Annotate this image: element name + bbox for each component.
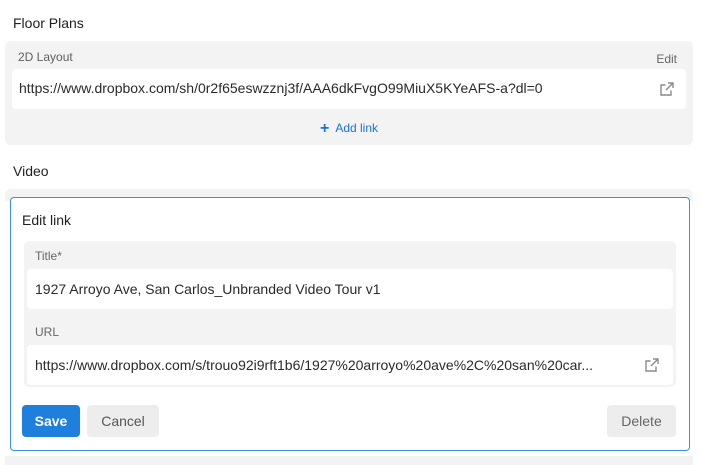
url-field[interactable]: https://www.dropbox.com/s/trouo92i9rft1b… [27, 345, 673, 385]
external-link-icon[interactable] [644, 357, 660, 373]
save-button[interactable]: Save [22, 405, 80, 437]
add-link-label: Add link [335, 121, 379, 135]
floor-plan-url-row[interactable]: https://www.dropbox.com/sh/0r2f65eswzznj… [12, 69, 686, 109]
title-label: Title* [35, 249, 62, 263]
edit-link-panel: Edit link Title* 1927 Arroyo Ave, San Ca… [10, 197, 690, 451]
url-label: URL [35, 325, 60, 339]
url-value[interactable]: https://www.dropbox.com/s/trouo92i9rft1b… [35, 357, 633, 373]
title-value[interactable]: 1927 Arroyo Ave, San Carlos_Unbranded Vi… [35, 281, 663, 297]
delete-button[interactable]: Delete [607, 405, 676, 437]
external-link-icon[interactable] [659, 81, 675, 97]
floor-plan-url[interactable]: https://www.dropbox.com/sh/0r2f65eswzznj… [19, 80, 543, 96]
edit-link-button[interactable]: Edit [656, 52, 677, 66]
floor-plans-title: Floor Plans [13, 15, 84, 31]
add-link-button[interactable]: + Add link [5, 120, 693, 140]
floor-plans-card: 2D Layout Edit https://www.dropbox.com/s… [5, 41, 693, 145]
video-card-bottom [5, 456, 693, 465]
link-label: 2D Layout [18, 50, 73, 64]
edit-link-heading: Edit link [22, 212, 72, 228]
video-title: Video [13, 163, 49, 179]
title-field[interactable]: 1927 Arroyo Ave, San Carlos_Unbranded Vi… [27, 269, 673, 309]
plus-icon: + [319, 120, 330, 137]
edit-link-fields: Title* 1927 Arroyo Ave, San Carlos_Unbra… [24, 241, 676, 387]
cancel-button[interactable]: Cancel [87, 405, 159, 437]
